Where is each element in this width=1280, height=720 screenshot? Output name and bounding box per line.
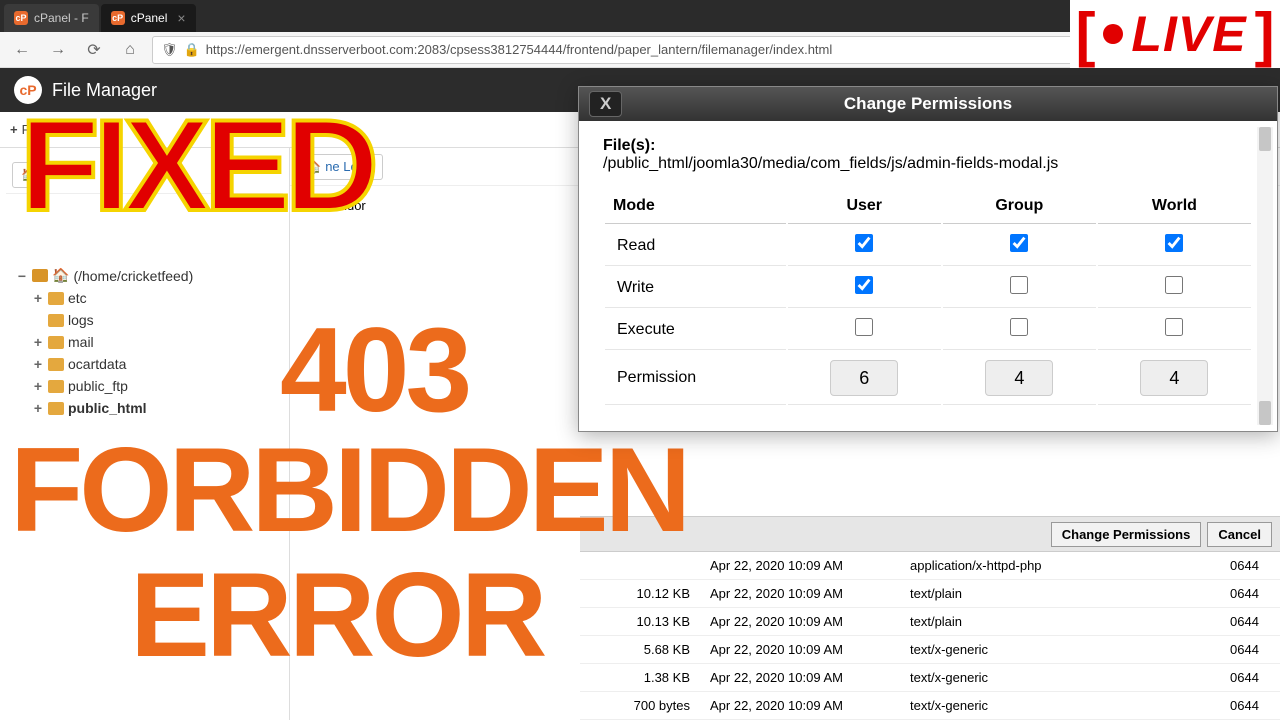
shield-icon: 🛡 — [161, 42, 178, 58]
collapse-icon[interactable]: − — [16, 268, 28, 284]
row-read: Read — [605, 226, 786, 266]
folder-icon — [48, 358, 64, 371]
home-button[interactable]: ⌂ — [116, 36, 144, 64]
folder-icon — [48, 314, 64, 327]
file-table: Apr 22, 2020 10:09 AMapplication/x-httpd… — [580, 552, 1280, 720]
forward-button[interactable]: → — [44, 36, 72, 64]
execute-group-checkbox[interactable] — [1010, 318, 1028, 336]
dialog-titlebar: X Change Permissions — [579, 87, 1277, 121]
folder-icon — [48, 380, 64, 393]
change-permissions-dialog: X Change Permissions File(s): /public_ht… — [578, 86, 1278, 432]
perm-world-input[interactable] — [1140, 360, 1208, 396]
record-dot-icon — [1103, 24, 1123, 44]
write-group-checkbox[interactable] — [1010, 276, 1028, 294]
perm-user-input[interactable] — [830, 360, 898, 396]
cancel-button[interactable]: Cancel — [1207, 522, 1272, 547]
permissions-table: Mode User Group World Read Write Execute — [603, 187, 1253, 407]
read-group-checkbox[interactable] — [1010, 234, 1028, 252]
folder-icon — [48, 336, 64, 349]
write-user-checkbox[interactable] — [855, 276, 873, 294]
table-row[interactable]: 700 bytesApr 22, 2020 10:09 AMtext/x-gen… — [580, 692, 1280, 720]
dialog-body: File(s): /public_html/joomla30/media/com… — [579, 121, 1277, 431]
overlay-error-text: ERROR — [130, 555, 543, 675]
files-label: File(s): /public_html/joomla30/media/com… — [603, 137, 1253, 173]
row-permission: Permission — [605, 352, 786, 405]
back-button[interactable]: ← — [8, 36, 36, 64]
overlay-403-text: 403 — [280, 310, 468, 430]
row-write: Write — [605, 268, 786, 308]
tree-item-logs[interactable]: +logs — [6, 309, 283, 331]
overlay-fixed-text: FIXED — [20, 100, 373, 230]
bracket-left-icon: [ — [1075, 0, 1095, 69]
bracket-right-icon: ] — [1255, 0, 1275, 69]
col-group: Group — [943, 189, 1096, 224]
tree-root-label: (/home/cricketfeed) — [73, 268, 193, 284]
lock-icon: 🔒 — [184, 42, 200, 58]
table-row[interactable]: 10.13 KBApr 22, 2020 10:09 AMtext/plain0… — [580, 608, 1280, 636]
folder-icon — [48, 292, 64, 305]
cpanel-icon: cP — [111, 11, 125, 25]
browser-tab-inactive[interactable]: cP cPanel - F — [4, 4, 99, 32]
table-row[interactable]: 10.12 KBApr 22, 2020 10:09 AMtext/plain0… — [580, 580, 1280, 608]
change-permissions-button[interactable]: Change Permissions — [1051, 522, 1202, 547]
perm-group-input[interactable] — [985, 360, 1053, 396]
cpanel-icon: cP — [14, 11, 28, 25]
reload-button[interactable]: ⟳ — [80, 36, 108, 64]
table-row[interactable]: 1.38 KBApr 22, 2020 10:09 AMtext/x-gener… — [580, 664, 1280, 692]
tree-item-mail[interactable]: +mail — [6, 331, 283, 353]
folder-icon — [48, 402, 64, 415]
scrollbar[interactable] — [1257, 127, 1273, 425]
tree-root[interactable]: − 🏠 (/home/cricketfeed) — [6, 264, 283, 287]
file-path: /public_html/joomla30/media/com_fields/j… — [603, 155, 1058, 172]
tree-item-publichtml[interactable]: +public_html — [6, 397, 283, 419]
close-icon[interactable]: × — [177, 10, 185, 26]
overlay-forbidden-text: FORBIDDEN — [10, 430, 687, 550]
close-button[interactable]: X — [589, 91, 622, 117]
browser-tab-active[interactable]: cP cPanel × — [101, 4, 196, 32]
row-execute: Execute — [605, 310, 786, 350]
write-world-checkbox[interactable] — [1165, 276, 1183, 294]
folder-open-icon — [32, 269, 48, 282]
execute-user-checkbox[interactable] — [855, 318, 873, 336]
tree-item-etc[interactable]: +etc — [6, 287, 283, 309]
col-user: User — [788, 189, 941, 224]
tab-label: cPanel — [131, 11, 168, 25]
live-text: LIVE — [1131, 5, 1246, 63]
tree-item-ocartdata[interactable]: +ocartdata — [6, 353, 283, 375]
col-world: World — [1098, 189, 1251, 224]
col-mode: Mode — [605, 189, 786, 224]
execute-world-checkbox[interactable] — [1165, 318, 1183, 336]
read-world-checkbox[interactable] — [1165, 234, 1183, 252]
tab-label: cPanel - F — [34, 11, 89, 25]
tree-item-publicftp[interactable]: +public_ftp — [6, 375, 283, 397]
live-badge: [ LIVE ] — [1070, 0, 1280, 68]
table-row[interactable]: 5.68 KBApr 22, 2020 10:09 AMtext/x-gener… — [580, 636, 1280, 664]
dialog-title: Change Permissions — [844, 94, 1012, 114]
read-user-checkbox[interactable] — [855, 234, 873, 252]
